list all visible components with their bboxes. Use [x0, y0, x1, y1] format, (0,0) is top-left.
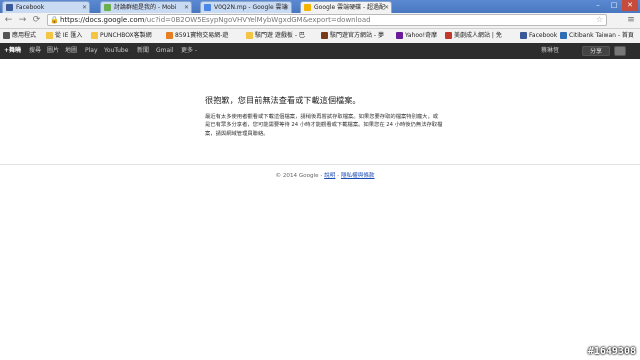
tab-label: V0Q2N.mp - Google 雲端: [214, 4, 288, 11]
lock-icon: 🔒: [50, 16, 59, 24]
tab-drive-active[interactable]: Google 雲端硬碟 - 超過配 ✕: [300, 1, 392, 13]
share-button[interactable]: 分享: [582, 46, 610, 56]
reload-button[interactable]: ⟳: [31, 15, 42, 26]
url-path: /uc?id=0B2OW5EsypNgoVHVYelMybWgxdGM&expo…: [144, 16, 371, 24]
help-link[interactable]: 說明: [324, 173, 335, 179]
gbar-more[interactable]: 更多 -: [181, 43, 197, 59]
tab-label: Facebook: [16, 4, 45, 11]
bookmark-8591[interactable]: 8591寶物交易網-遊: [166, 30, 228, 41]
bookmark-facebook[interactable]: Facebook: [520, 30, 557, 41]
bookmark-official-site[interactable]: 駭門遊官方網站 - 夢: [321, 30, 384, 41]
site-icon: [321, 32, 328, 39]
bookmark-label: 8591寶物交易網-遊: [175, 32, 229, 39]
tab-mobi[interactable]: 討論群組是我的 - Mobi ✕: [100, 1, 192, 13]
close-icon[interactable]: ✕: [284, 2, 289, 13]
folder-icon: [46, 32, 53, 39]
copyright-text: © 2014 Google -: [275, 173, 323, 179]
bookmark-label: 駭門遊 遊戲板 - 巴: [255, 32, 305, 39]
bookmark-label: Facebook: [529, 32, 558, 39]
bookmark-citibank[interactable]: Citibank Taiwan - 首頁: [560, 30, 634, 41]
citibank-icon: [560, 32, 567, 39]
bookmark-label: 駭門遊官方網站 - 夢: [330, 32, 384, 39]
bookmark-label: 應用程式: [12, 32, 37, 39]
folder-icon: [91, 32, 98, 39]
close-window-button[interactable]: ✕: [622, 0, 638, 11]
gbar-user-name[interactable]: 蔡琳恆: [541, 43, 559, 59]
yahoo-icon: [396, 32, 403, 39]
bookmark-label: PUNCHBOX客製網: [100, 32, 152, 39]
maximize-button[interactable]: □: [606, 0, 622, 11]
facebook-icon: [520, 32, 527, 39]
bookmark-label: 美劇成人網站 | 免: [454, 32, 502, 39]
gbar-gmail[interactable]: Gmail: [156, 43, 174, 59]
drive-icon: [304, 4, 311, 11]
close-icon[interactable]: ✕: [384, 2, 389, 13]
forward-button[interactable]: →: [17, 15, 28, 26]
gbar-images[interactable]: 圖片: [47, 43, 59, 59]
close-icon[interactable]: ✕: [184, 2, 189, 13]
tab-drive-mp[interactable]: V0Q2N.mp - Google 雲端 ✕: [200, 1, 292, 13]
menu-icon[interactable]: ≡: [626, 15, 636, 25]
facebook-icon: [6, 4, 13, 11]
bookmark-label: Citibank Taiwan - 首頁: [569, 32, 634, 39]
error-title: 很抱歉，您目前無法查看或下載這個檔案。: [205, 95, 361, 105]
url-text: https://docs.google.com/uc?id=0B2OW5Esyp…: [60, 15, 371, 25]
gbar-youtube[interactable]: YouTube: [104, 43, 128, 59]
gbar-plus-user[interactable]: +舞曉: [4, 43, 21, 59]
tab-strip: Facebook ✕ 討論群組是我的 - Mobi ✕ V0Q2N.mp - G…: [0, 0, 640, 13]
page-icon: [104, 4, 111, 11]
bookmark-yahoo[interactable]: Yahoo!奇摩: [396, 30, 437, 41]
bookmarks-bar: 應用程式 從 IE 匯入 PUNCHBOX客製網 8591寶物交易網-遊 駭門遊…: [0, 29, 640, 44]
url-host: https://docs.google.com: [60, 16, 145, 24]
bookmark-drama[interactable]: 美劇成人網站 | 免: [445, 30, 502, 41]
privacy-terms-link[interactable]: 隱私權與條款: [341, 173, 375, 179]
bookmark-label: 從 IE 匯入: [55, 32, 83, 39]
site-icon: [445, 32, 452, 39]
bookmark-punchbox[interactable]: PUNCHBOX客製網: [91, 30, 152, 41]
footer: © 2014 Google - 說明 - 隱私權與條款: [0, 171, 640, 179]
browser-toolbar: ← → ⟳ 🔒 https://docs.google.com/uc?id=0B…: [0, 13, 640, 29]
apps-icon: [3, 32, 10, 39]
bookmark-apps[interactable]: 應用程式: [3, 30, 36, 41]
close-icon[interactable]: ✕: [82, 2, 87, 13]
bookmark-star-icon[interactable]: ☆: [596, 15, 603, 25]
folder-icon: [246, 32, 253, 39]
gbar-news[interactable]: 新聞: [137, 43, 149, 59]
back-button[interactable]: ←: [3, 15, 14, 26]
bookmark-game-board[interactable]: 駭門遊 遊戲板 - 巴: [246, 30, 305, 41]
footer-separator: -: [337, 173, 340, 179]
footer-divider: [0, 164, 640, 165]
bookmark-label: Yahoo!奇摩: [405, 32, 438, 39]
avatar[interactable]: [614, 46, 626, 56]
address-bar[interactable]: 🔒 https://docs.google.com/uc?id=0B2OW5Es…: [47, 14, 607, 26]
gbar-play[interactable]: Play: [85, 43, 98, 59]
minimize-button[interactable]: –: [590, 0, 606, 11]
site-icon: [166, 32, 173, 39]
bookmark-ie-import[interactable]: 從 IE 匯入: [46, 30, 82, 41]
gbar-maps[interactable]: 地圖: [65, 43, 77, 59]
tab-facebook[interactable]: Facebook ✕: [2, 1, 90, 13]
tab-label: 討論群組是我的 - Mobi: [114, 4, 177, 11]
watermark: #1649308: [587, 346, 636, 357]
google-bar: +舞曉 搜尋 圖片 地圖 Play YouTube 新聞 Gmail 更多 - …: [0, 43, 640, 59]
drive-icon: [204, 4, 211, 11]
error-message: 最近有太多使用者觀看或下載這個檔案，請稍後再嘗試存取檔案。如果您要存取的檔案特別…: [205, 114, 443, 137]
gbar-search[interactable]: 搜尋: [29, 43, 41, 59]
tab-label: Google 雲端硬碟 - 超過配: [314, 4, 386, 11]
